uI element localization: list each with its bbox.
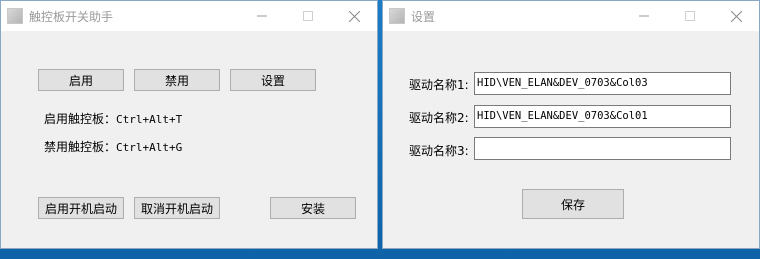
- hotkey-disable-label: 禁用触控板：: [44, 140, 117, 154]
- driver-name-2-label: 驱动名称2:: [409, 111, 469, 125]
- touchpad-helper-window: 触控板开关助手 启用 禁用 设置 启用触控板：Ctrl+Alt+T 禁用触控板：…: [0, 0, 378, 249]
- driver-name-1-label: 驱动名称1:: [409, 78, 469, 92]
- minimize-icon: [257, 15, 267, 17]
- desktop: 触控板开关助手 启用 禁用 设置 启用触控板：Ctrl+Alt+T 禁用触控板：…: [0, 0, 760, 259]
- app-icon: [389, 8, 405, 24]
- title-bar[interactable]: 触控板开关助手: [1, 1, 377, 31]
- minimize-icon: [639, 15, 649, 17]
- title-bar[interactable]: 设置: [383, 1, 759, 31]
- hotkey-enable-label: 启用触控板：: [44, 112, 117, 126]
- hotkey-enable-keys: Ctrl+Alt+T: [116, 113, 183, 126]
- maximize-icon: [685, 11, 695, 21]
- maximize-button[interactable]: [285, 1, 331, 31]
- close-icon: [348, 10, 360, 22]
- maximize-icon: [303, 11, 313, 21]
- close-icon: [730, 10, 742, 22]
- enable-startup-button[interactable]: 启用开机启动: [38, 197, 124, 219]
- hotkey-disable-keys: Ctrl+Alt+G: [116, 141, 183, 154]
- install-button[interactable]: 安装: [270, 197, 356, 219]
- app-icon: [7, 8, 23, 24]
- minimize-button[interactable]: [239, 1, 285, 31]
- close-button[interactable]: [331, 1, 377, 31]
- minimize-button[interactable]: [621, 1, 667, 31]
- save-button[interactable]: 保存: [522, 189, 624, 219]
- maximize-button[interactable]: [667, 1, 713, 31]
- cancel-startup-button[interactable]: 取消开机启动: [134, 197, 220, 219]
- close-button[interactable]: [713, 1, 759, 31]
- driver-name-3-label: 驱动名称3:: [409, 144, 469, 158]
- window-title: 触控板开关助手: [29, 10, 114, 24]
- driver-name-1-input[interactable]: HID\VEN_ELAN&DEV_0703&Col03: [474, 72, 731, 95]
- driver-name-2-input[interactable]: HID\VEN_ELAN&DEV_0703&Col01: [474, 105, 731, 128]
- driver-name-3-input[interactable]: [474, 137, 731, 160]
- window-title: 设置: [411, 10, 436, 24]
- hotkey-disable-row: 禁用触控板：Ctrl+Alt+G: [44, 138, 182, 155]
- disable-button[interactable]: 禁用: [134, 69, 220, 91]
- enable-button[interactable]: 启用: [38, 69, 124, 91]
- hotkey-enable-row: 启用触控板：Ctrl+Alt+T: [44, 110, 182, 127]
- settings-button[interactable]: 设置: [230, 69, 316, 91]
- settings-window: 设置 驱动名称1: HID\VEN_ELAN&DEV_0703&Col03 驱动…: [382, 0, 760, 249]
